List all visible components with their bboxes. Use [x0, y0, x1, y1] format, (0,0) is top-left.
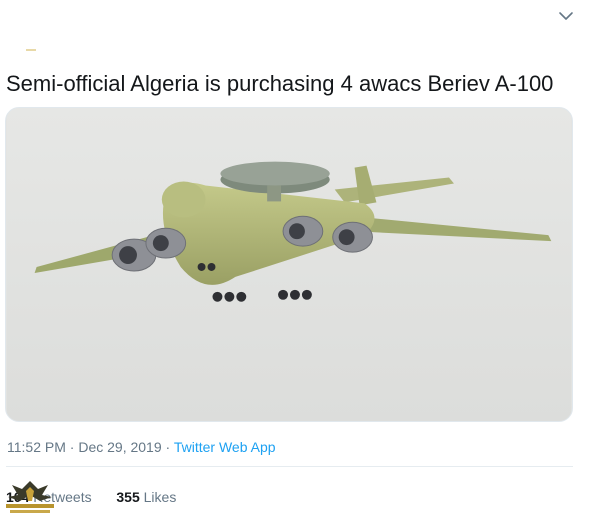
tweet-source-link[interactable]: Twitter Web App: [174, 439, 276, 455]
divider: [6, 466, 573, 467]
watermark-logo: [2, 479, 58, 515]
tweet-media-photo[interactable]: [5, 107, 573, 422]
aircraft-photo: [6, 108, 572, 421]
meta-separator: ·: [165, 439, 171, 455]
meta-separator: ·: [69, 439, 75, 455]
tweet-text: Semi-official Algeria is purchasing 4 aw…: [6, 71, 554, 96]
tweet-date[interactable]: Dec 29, 2019: [78, 439, 161, 455]
decorative-mark: [26, 49, 36, 51]
likes-count: 355: [116, 489, 140, 505]
tweet-time[interactable]: 11:52 PM: [7, 439, 66, 455]
likes-label: Likes: [143, 489, 177, 505]
tweet-timestamp-line: 11:52 PM · Dec 29, 2019 · Twitter Web Ap…: [7, 438, 276, 456]
chevron-down-icon[interactable]: [556, 6, 576, 26]
likes-stat[interactable]: 355 Likes: [116, 489, 176, 505]
